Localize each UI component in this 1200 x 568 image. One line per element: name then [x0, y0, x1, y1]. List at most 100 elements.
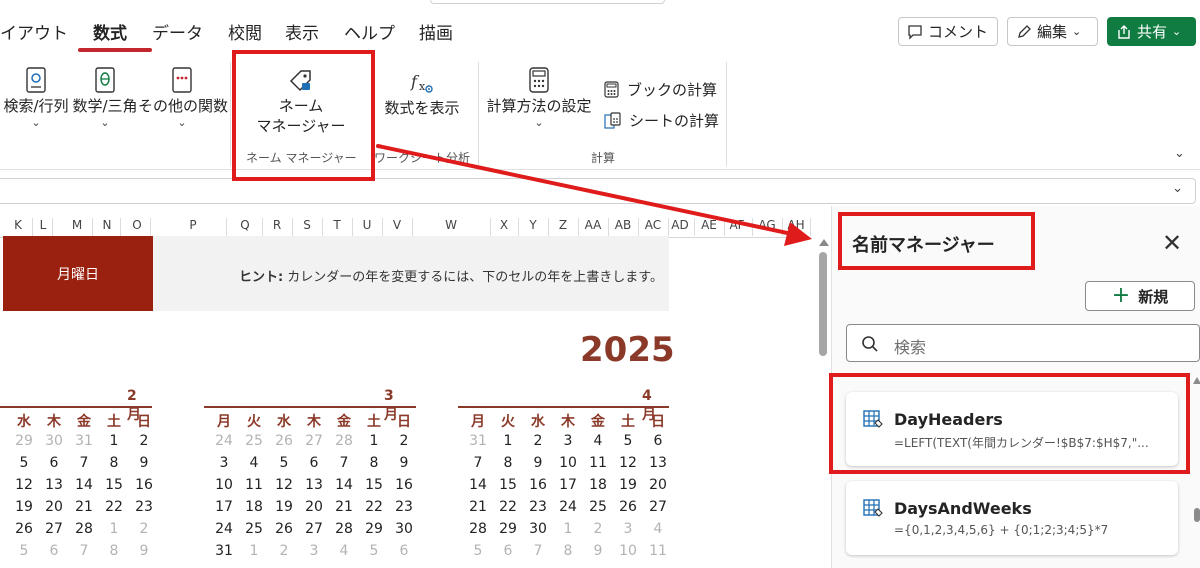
calendar-day[interactable]: 13 [40, 477, 68, 493]
column-header[interactable]: AA [578, 218, 608, 232]
edit-mode-button[interactable]: 編集 ⌄ [1007, 17, 1098, 46]
calendar-day[interactable]: 6 [494, 543, 522, 559]
calendar-day[interactable]: 3 [300, 543, 328, 559]
tab-page-layout[interactable]: イアウト [0, 19, 68, 44]
calendar-day[interactable]: 18 [240, 499, 268, 515]
calendar-day[interactable]: 4 [330, 543, 358, 559]
weekday-header[interactable]: 月 [210, 411, 238, 431]
calendar-day[interactable]: 23 [524, 499, 552, 515]
name-card-daysandweeks[interactable]: DaysAndWeeks ={0,1,2,3,4,5,6} + {0;1;2;3… [846, 481, 1178, 555]
weekday-header[interactable]: 火 [240, 411, 268, 431]
calendar-day[interactable]: 28 [70, 521, 98, 537]
tab-review[interactable]: 校閲 [228, 19, 262, 44]
calendar-day[interactable]: 13 [300, 477, 328, 493]
formula-bar[interactable]: ⌄ [0, 178, 1196, 204]
calendar-day[interactable]: 21 [330, 499, 358, 515]
calendar-day[interactable]: 3 [210, 455, 238, 471]
column-header[interactable]: K [4, 218, 32, 232]
calendar-day[interactable]: 11 [240, 477, 268, 493]
tab-help[interactable]: ヘルプ [344, 19, 395, 44]
calendar-day[interactable]: 8 [100, 455, 128, 471]
calendar-day[interactable]: 12 [270, 477, 298, 493]
calendar-day[interactable]: 16 [524, 477, 552, 493]
calendar-day[interactable]: 30 [524, 521, 552, 537]
calendar-day[interactable]: 5 [464, 543, 492, 559]
column-header[interactable]: AF [722, 218, 752, 232]
calendar-day[interactable]: 27 [300, 433, 328, 449]
calendar-day[interactable]: 6 [300, 455, 328, 471]
calendar-day[interactable]: 28 [330, 521, 358, 537]
panel-scroll-up-icon[interactable] [1193, 377, 1200, 384]
weekday-header[interactable]: 木 [554, 411, 582, 431]
column-header[interactable]: X [490, 218, 518, 232]
column-header[interactable]: U [352, 218, 382, 232]
calendar-day[interactable]: 23 [130, 499, 158, 515]
calendar-day[interactable]: 8 [360, 455, 388, 471]
calendar-day[interactable]: 30 [40, 433, 68, 449]
column-header[interactable]: N [94, 218, 120, 232]
calendar-day[interactable]: 8 [554, 543, 582, 559]
calendar-day[interactable]: 25 [584, 499, 612, 515]
calendar-day[interactable]: 1 [554, 521, 582, 537]
weekday-header[interactable]: 日 [390, 411, 418, 431]
calendar-day[interactable]: 9 [130, 543, 158, 559]
column-header[interactable]: L [34, 218, 52, 232]
calendar-day[interactable]: 21 [70, 499, 98, 515]
weekday-header[interactable]: 土 [100, 411, 128, 431]
calendar-day[interactable]: 12 [614, 455, 642, 471]
calendar-day[interactable]: 23 [390, 499, 418, 515]
formula-bar-expand-icon[interactable]: ⌄ [1172, 181, 1183, 196]
calendar-day[interactable]: 7 [524, 543, 552, 559]
column-header[interactable]: AG [752, 218, 782, 232]
column-header[interactable]: AH [782, 218, 810, 232]
calendar-day[interactable]: 21 [464, 499, 492, 515]
tab-view[interactable]: 表示 [285, 19, 319, 44]
weekday-header[interactable]: 水 [270, 411, 298, 431]
calendar-day[interactable]: 10 [210, 477, 238, 493]
column-header[interactable]: T [322, 218, 352, 232]
calendar-day[interactable]: 22 [494, 499, 522, 515]
scroll-up-arrow-icon[interactable] [819, 239, 829, 246]
calendar-day[interactable]: 15 [100, 477, 128, 493]
weekday-header[interactable]: 金 [70, 411, 98, 431]
tab-draw[interactable]: 描画 [419, 19, 453, 44]
calendar-day[interactable]: 2 [130, 521, 158, 537]
calendar-day[interactable]: 24 [210, 433, 238, 449]
weekday-header[interactable]: 日 [644, 411, 672, 431]
weekday-header[interactable]: 火 [494, 411, 522, 431]
more-functions-button[interactable]: その他の関数 ⌄ [138, 66, 228, 130]
column-header[interactable]: O [124, 218, 150, 232]
calendar-day[interactable]: 24 [554, 499, 582, 515]
ribbon-expand-chevron-icon[interactable]: ⌄ [1174, 146, 1185, 161]
column-header[interactable]: M [62, 218, 92, 232]
calendar-day[interactable]: 24 [210, 521, 238, 537]
calendar-day[interactable]: 10 [614, 543, 642, 559]
calendar-day[interactable]: 29 [10, 433, 38, 449]
calendar-day[interactable]: 14 [330, 477, 358, 493]
calendar-day[interactable]: 6 [40, 455, 68, 471]
math-trig-button[interactable]: 数学/三角 ⌄ [72, 66, 138, 130]
column-header[interactable]: V [382, 218, 412, 232]
calendar-day[interactable]: 26 [614, 499, 642, 515]
calendar-day[interactable]: 5 [10, 455, 38, 471]
calendar-day[interactable]: 1 [240, 543, 268, 559]
calendar-day[interactable]: 27 [644, 499, 672, 515]
calendar-day[interactable]: 20 [40, 499, 68, 515]
calendar-day[interactable]: 3 [554, 433, 582, 449]
column-header[interactable]: Q [228, 218, 262, 232]
weekday-header[interactable]: 金 [330, 411, 358, 431]
column-header[interactable]: P [160, 218, 226, 232]
calculation-options-button[interactable]: 計算方法の設定 ⌄ [486, 66, 592, 130]
calendar-day[interactable]: 1 [360, 433, 388, 449]
calendar-day[interactable]: 22 [360, 499, 388, 515]
show-formulas-button[interactable]: fx 数式を表示 [380, 70, 464, 118]
calendar-day[interactable]: 16 [390, 477, 418, 493]
weekday-header[interactable]: 木 [300, 411, 328, 431]
calendar-day[interactable]: 9 [390, 455, 418, 471]
calendar-day[interactable]: 12 [10, 477, 38, 493]
scrollbar-thumb[interactable] [819, 252, 827, 356]
comment-button[interactable]: コメント [898, 17, 998, 46]
calendar-day[interactable]: 5 [614, 433, 642, 449]
weekday-header[interactable]: 土 [360, 411, 388, 431]
calendar-day[interactable]: 28 [330, 433, 358, 449]
